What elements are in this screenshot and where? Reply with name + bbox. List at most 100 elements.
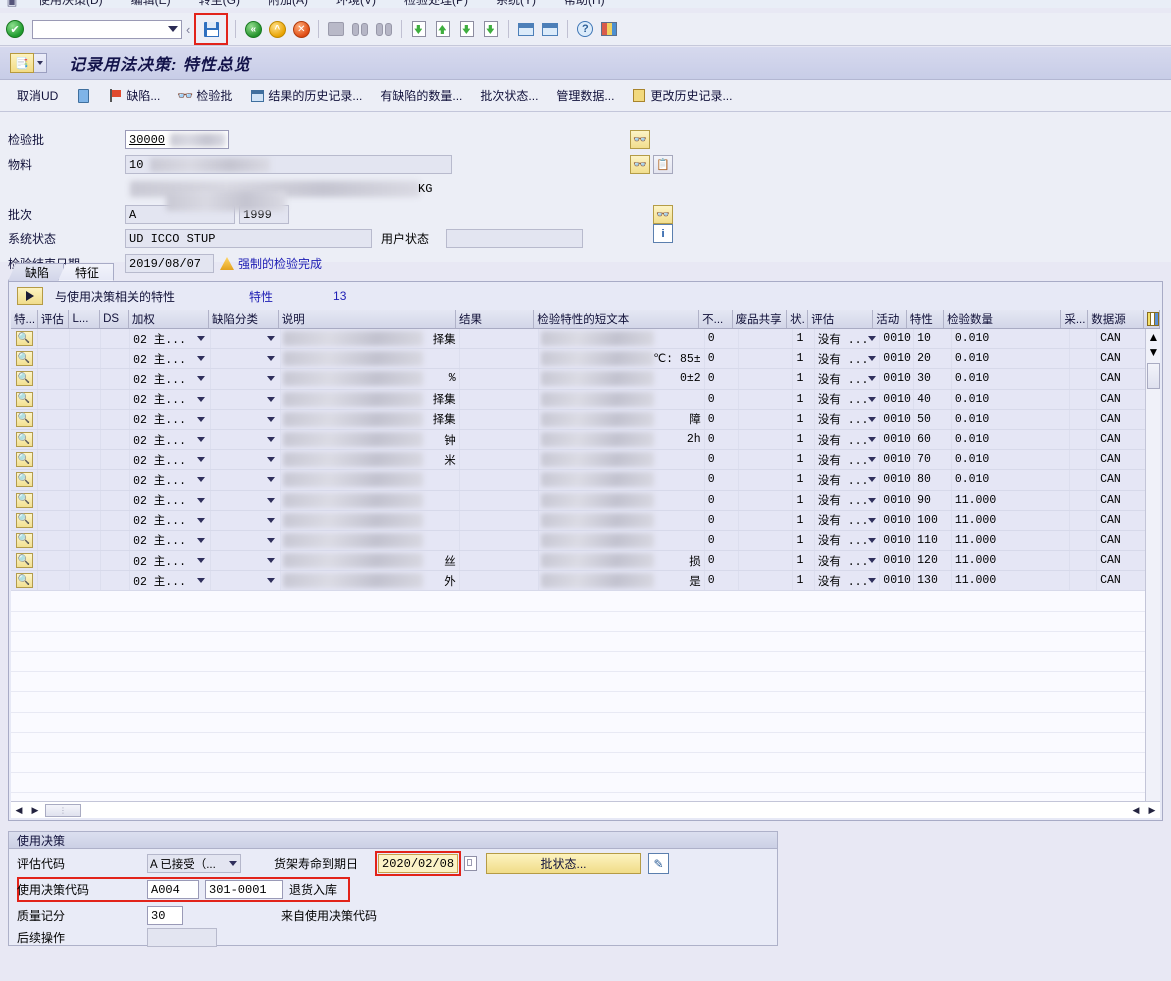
table-row[interactable]: 🔍 02 主... 0 1 没有 ... 0010 100 11.000 CAN [11,510,1160,531]
print-button[interactable] [325,18,347,40]
inspection-glasses-icon-3[interactable]: 👓 [653,205,673,224]
grid-column-header[interactable]: L... [69,310,101,328]
magnifier-icon[interactable]: 🔍 [15,391,33,407]
row-defect-class[interactable] [210,349,282,369]
grid-column-header[interactable]: 状. [787,310,809,328]
table-row[interactable]: 🔍 02 主... 丝损 0 1 没有 ... 0010 120 11.000 CAN [11,551,1160,572]
scroll-left-icon-right[interactable]: ◀ [1128,803,1144,818]
chevron-down-icon[interactable] [196,477,205,483]
grid-column-header[interactable]: 特... [11,310,38,328]
magnifier-icon[interactable]: 🔍 [15,351,33,367]
magnifier-icon[interactable]: 🔍 [15,492,33,508]
menu-item-system[interactable]: 系统(Y) [482,0,550,8]
menu-item-inspection-processing[interactable]: 检验处理(P) [390,0,482,8]
row-defect-class[interactable] [210,510,282,530]
grid-column-header[interactable]: 不... [699,310,733,328]
inspection-glasses-icon-2[interactable]: 👓 [630,155,650,174]
vertical-scrollbar[interactable]: ▲ ▼ [1145,329,1160,804]
menu-item-edit[interactable]: 编辑(E) [117,0,185,8]
grid-column-header[interactable]: 结果 [456,310,535,328]
chevron-down-icon[interactable] [868,477,877,483]
row-valuation[interactable]: 没有 ... [814,510,881,530]
info-icon[interactable]: i [653,224,673,243]
batch-status-panel-button[interactable]: 批状态... [486,853,642,874]
edit-pencil-icon[interactable]: ✎ [648,853,670,874]
chevron-down-icon[interactable] [868,356,877,362]
menu-item-help[interactable]: 帮助(H) [550,0,619,8]
chevron-down-icon[interactable] [267,537,276,543]
magnifier-icon[interactable]: 🔍 [15,331,33,347]
save-button-highlight[interactable] [194,13,229,45]
chevron-down-icon[interactable] [196,517,205,523]
chevron-down-icon[interactable] [196,558,205,564]
chevron-down-icon[interactable] [868,457,877,463]
system-status-input[interactable]: UD ICCO STUP [125,229,372,248]
row-weight[interactable]: 02 主... [130,510,211,530]
table-row[interactable]: 🔍 02 主... 择集 0 1 没有 ... 0010 40 0.010 CAN [11,389,1160,410]
customize-button[interactable] [598,18,620,40]
row-detail-button[interactable]: 🔍 [11,530,39,551]
grid-column-header[interactable]: 评估 [38,310,70,328]
create-session-button[interactable] [515,18,537,40]
chevron-down-icon[interactable] [196,376,205,382]
calendar-icon[interactable] [464,856,478,871]
magnifier-icon[interactable]: 🔍 [15,371,33,387]
save-icon[interactable] [203,21,219,37]
ud-code-input[interactable]: A004 [147,880,199,899]
title-menu-dropdown[interactable] [34,53,47,73]
row-defect-class[interactable] [210,470,282,490]
table-row[interactable]: 🔍 02 主... 0 1 没有 ... 0010 90 11.000 CAN [11,490,1160,511]
chevron-down-icon[interactable] [168,26,178,32]
chevron-down-icon[interactable] [267,437,276,443]
help-button[interactable]: ? [574,18,596,40]
chevron-down-icon[interactable] [868,376,877,382]
magnifier-icon[interactable]: 🔍 [15,512,33,528]
row-valuation[interactable]: 没有 ... [814,329,881,349]
row-defect-class[interactable] [210,551,282,571]
chevron-down-icon[interactable] [267,578,276,584]
row-detail-button[interactable]: 🔍 [11,450,39,470]
menu-item-goto[interactable]: 转至(G) [185,0,254,8]
chevron-down-icon[interactable] [868,336,877,342]
row-weight[interactable]: 02 主... [130,389,211,409]
cancel-button[interactable]: ✕ [290,18,312,40]
row-detail-button[interactable]: 🔍 [11,329,39,349]
scroll-right-icon-right[interactable]: ▶ [1144,803,1160,818]
row-defect-class[interactable] [210,369,282,389]
row-defect-class[interactable] [210,429,282,450]
table-row[interactable]: 🔍 02 主... 择集 0 1 没有 ... 0010 10 0.010 CAN [11,329,1160,350]
chevron-down-icon[interactable] [196,396,205,402]
scroll-up-icon[interactable]: ▲ [1146,329,1161,344]
row-valuation[interactable]: 没有 ... [814,470,881,490]
scroll-thumb[interactable] [1146,363,1160,389]
menu-item-extras[interactable]: 附加(A) [254,0,322,8]
table-row[interactable]: 🔍 02 主... 钟 2h 0 1 没有 ... 0010 60 0.010 CAN [11,429,1160,451]
chevron-down-icon[interactable] [229,861,237,866]
row-weight[interactable]: 02 主... [130,349,211,369]
quality-score-input[interactable]: 30 [147,906,183,925]
table-row[interactable]: 🔍 02 主... ℃: 85± 0 1 没有 ... 0010 20 0.010 CAN [11,349,1160,370]
chevron-down-icon[interactable] [868,537,877,543]
chevron-down-icon[interactable] [868,578,877,584]
chevron-down-icon[interactable] [868,437,877,443]
next-page-button[interactable] [456,18,478,40]
chevron-down-icon[interactable] [196,356,205,362]
grid-column-header[interactable]: 特性 [907,310,945,328]
last-page-button[interactable] [480,18,502,40]
magnifier-icon[interactable]: 🔍 [15,553,33,569]
horizontal-scroll-thumb[interactable]: ⋮ [45,803,81,817]
chevron-down-icon[interactable] [868,497,877,503]
batch-status-button[interactable]: 批次状态... [471,84,547,107]
magnifier-icon[interactable]: 🔍 [15,573,33,589]
defect-quantity-button[interactable]: 有缺陷的数量... [371,84,471,107]
chevron-down-icon[interactable] [267,336,276,342]
copy-icon[interactable]: 📋 [653,155,673,174]
chevron-down-icon[interactable] [196,537,205,543]
chevron-down-icon[interactable] [868,558,877,564]
scroll-right-icon[interactable]: ▶ [27,803,43,818]
inspection-glasses-icon-1[interactable]: 👓 [630,130,650,149]
command-field[interactable] [32,19,182,39]
row-valuation[interactable]: 没有 ... [814,429,881,450]
row-weight[interactable]: 02 主... [130,470,211,490]
menu-item-environment[interactable]: 环境(V) [322,0,390,8]
